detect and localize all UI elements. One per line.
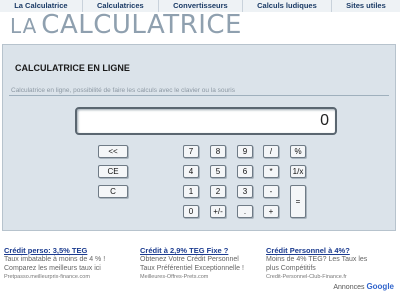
nav-calculs-ludiques[interactable]: Calculs ludiques bbox=[243, 0, 332, 12]
ad-line: Comparez les meilleurs taux ici bbox=[4, 265, 101, 272]
decimal-button[interactable]: . bbox=[237, 205, 253, 218]
key-4[interactable]: 4 bbox=[183, 165, 199, 178]
divider bbox=[9, 95, 389, 96]
ad-line: plus Compétitifs bbox=[266, 265, 316, 272]
clear-entry-button[interactable]: CE bbox=[98, 165, 128, 178]
ads-label: Annonces bbox=[333, 284, 365, 291]
ad-line: Obtenez Votre Crédit Personnel bbox=[140, 256, 239, 263]
key-9[interactable]: 9 bbox=[237, 145, 253, 158]
reciprocal-button[interactable]: 1/x bbox=[290, 165, 306, 178]
key-2[interactable]: 2 bbox=[210, 185, 226, 198]
sign-button[interactable]: +/- bbox=[210, 205, 226, 218]
google-logo: Google bbox=[366, 282, 394, 291]
key-7[interactable]: 7 bbox=[183, 145, 199, 158]
ad-url[interactable]: Meilleures-Offres-Prets.com bbox=[140, 274, 266, 280]
ad-url[interactable]: Credit-Personnel-Club-Finance.fr bbox=[266, 274, 392, 280]
clear-button[interactable]: C bbox=[98, 185, 128, 198]
divide-button[interactable]: / bbox=[263, 145, 279, 158]
key-5[interactable]: 5 bbox=[210, 165, 226, 178]
key-0[interactable]: 0 bbox=[183, 205, 199, 218]
ad-title[interactable]: Crédit Personnel à 4%? bbox=[266, 246, 392, 255]
site-logo[interactable]: LA CALCULATRICE bbox=[10, 10, 242, 42]
key-8[interactable]: 8 bbox=[210, 145, 226, 158]
key-3[interactable]: 3 bbox=[237, 185, 253, 198]
calculator-title: CALCULATRICE EN LIGNE bbox=[15, 63, 130, 73]
ads-by-google[interactable]: Annonces Google bbox=[333, 282, 394, 291]
ad-url[interactable]: Pretpasso.meilleurprix-finance.com bbox=[4, 274, 130, 280]
ad-title[interactable]: Crédit à 2,9% TEG Fixe ? bbox=[140, 246, 266, 255]
minus-button[interactable]: - bbox=[263, 185, 279, 198]
nav-sites-utiles[interactable]: Sites utiles bbox=[332, 0, 400, 12]
key-6[interactable]: 6 bbox=[237, 165, 253, 178]
ad-2[interactable]: Crédit à 2,9% TEG Fixe ? Obtenez Votre C… bbox=[140, 246, 266, 280]
plus-button[interactable]: + bbox=[263, 205, 279, 218]
display-value: 0 bbox=[320, 112, 329, 129]
ad-line: Taux Préférentiel Exceptionnelle ! bbox=[140, 265, 244, 272]
logo-calculatrice: CALCULATRICE bbox=[41, 10, 242, 40]
backspace-button[interactable]: << bbox=[98, 145, 128, 158]
calculator-panel: CALCULATRICE EN LIGNE Calculatrice en li… bbox=[2, 44, 396, 231]
ad-line: Taux imbatable à moins de 4 % ! bbox=[4, 256, 106, 263]
multiply-button[interactable]: * bbox=[263, 165, 279, 178]
calculator-description: Calculatrice en ligne, possibilité de fa… bbox=[11, 87, 235, 94]
equals-button[interactable]: = bbox=[290, 185, 306, 218]
ad-title[interactable]: Crédit perso: 3,5% TEG bbox=[4, 246, 130, 255]
ad-1[interactable]: Crédit perso: 3,5% TEG Taux imbatable à … bbox=[4, 246, 130, 280]
logo-la: LA bbox=[10, 14, 38, 38]
ad-line: Moins de 4% TEG? Les Taux les bbox=[266, 256, 368, 263]
calculator-display[interactable]: 0 bbox=[75, 107, 337, 135]
ad-3[interactable]: Crédit Personnel à 4%? Moins de 4% TEG? … bbox=[266, 246, 392, 280]
key-1[interactable]: 1 bbox=[183, 185, 199, 198]
percent-button[interactable]: % bbox=[290, 145, 306, 158]
